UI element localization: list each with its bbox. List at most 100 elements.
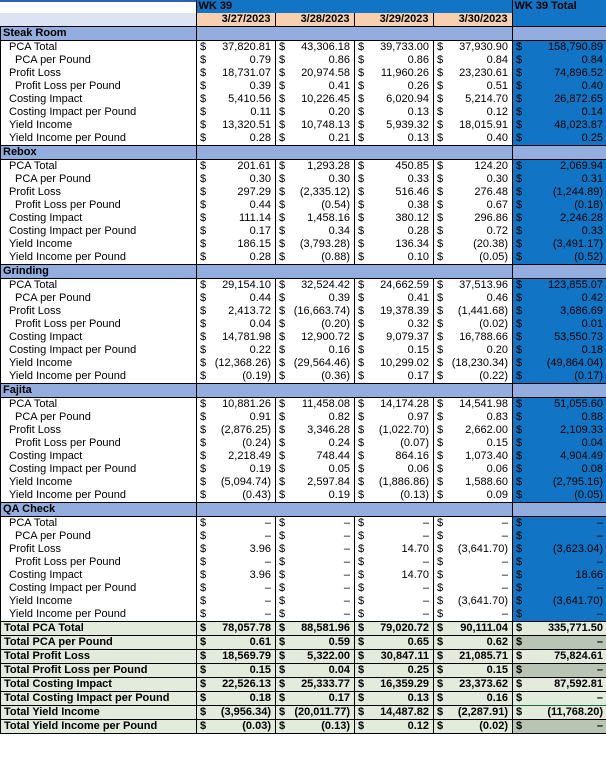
data-cell[interactable]: $ – [196,582,276,595]
total-data-cell[interactable]: $0.65 [354,635,434,650]
data-cell[interactable]: $ – [196,556,276,569]
data-cell[interactable]: $0.13 [354,132,434,146]
data-cell[interactable]: $0.06 [354,463,434,476]
metric-label[interactable]: Profit Loss [0,67,197,80]
total-label[interactable]: Total Costing Impact per Pound [0,691,197,706]
total-grand-cell[interactable]: $75,824.61 [512,649,606,664]
metric-label[interactable]: Profit Loss per Pound [0,80,197,93]
total-data-cell[interactable]: $0.12 [354,719,434,734]
week-total-cell[interactable]: $ (0.52) [512,251,606,265]
total-column-header-spacer[interactable] [511,13,606,26]
week-total-cell[interactable]: $0.84 [512,54,606,67]
data-cell[interactable]: $24,662.59 [354,278,434,292]
total-data-cell[interactable]: $ (20,011.77) [275,705,355,720]
data-cell[interactable]: $ (2,876.25) [196,424,276,437]
week-total-cell[interactable]: $51,055.60 [512,397,606,411]
data-cell[interactable]: $6,020.94 [354,93,434,106]
data-cell[interactable]: $ (0.05) [433,251,513,265]
data-cell[interactable]: $11,960.26 [354,67,434,80]
data-cell[interactable]: $0.41 [354,292,434,305]
data-cell[interactable]: $0.39 [275,292,355,305]
metric-label[interactable]: Costing Impact per Pound [0,106,197,119]
total-data-cell[interactable]: $0.59 [275,635,355,650]
metric-label[interactable]: PCA per Pound [0,292,197,305]
data-cell[interactable]: $ – [433,556,513,569]
total-data-cell[interactable]: $22,526.13 [196,677,276,692]
data-cell[interactable]: $0.33 [354,173,434,186]
data-cell[interactable]: $ – [275,530,355,543]
data-cell[interactable]: $ (1,886.86) [354,476,434,489]
total-grand-cell[interactable]: $ – [512,719,606,734]
metric-label[interactable]: Costing Impact [0,93,197,106]
data-cell[interactable]: $0.15 [354,344,434,357]
week-total-cell[interactable]: $ (2,795.16) [512,476,606,489]
data-cell[interactable]: $14,174.28 [354,397,434,411]
data-cell[interactable]: $0.26 [354,80,434,93]
data-cell[interactable]: $ – [354,608,434,621]
data-cell[interactable]: $186.15 [196,238,276,251]
data-cell[interactable]: $516.46 [354,186,434,199]
data-cell[interactable]: $14.70 [354,543,434,556]
data-cell[interactable]: $3.96 [196,543,276,556]
data-cell[interactable]: $0.67 [433,199,513,212]
total-data-cell[interactable]: $0.15 [433,663,513,678]
data-cell[interactable]: $0.51 [433,80,513,93]
data-cell[interactable]: $19,378.39 [354,305,434,318]
week-header-label[interactable]: WK 39 [195,0,513,13]
data-cell[interactable]: $ (0.54) [275,199,355,212]
metric-label[interactable]: Costing Impact [0,450,197,463]
data-cell[interactable]: $ (0.36) [275,370,355,384]
week-total-cell[interactable]: $ (0.17) [512,370,606,384]
data-cell[interactable]: $5,939.32 [354,119,434,132]
week-total-cell[interactable]: $ – [512,608,606,621]
week-total-cell[interactable]: $ – [512,582,606,595]
week-total-cell[interactable]: $0.40 [512,80,606,93]
data-cell[interactable]: $ – [196,516,276,530]
data-cell[interactable]: $ (0.13) [354,489,434,503]
data-cell[interactable]: $0.79 [196,54,276,67]
data-cell[interactable]: $0.84 [433,54,513,67]
corner-cell[interactable] [0,0,196,13]
data-cell[interactable]: $0.44 [196,292,276,305]
week-total-cell[interactable]: $26,872.65 [512,93,606,106]
data-cell[interactable]: $0.30 [196,173,276,186]
data-cell[interactable]: $0.17 [196,225,276,238]
data-cell[interactable]: $0.41 [275,80,355,93]
data-cell[interactable]: $ – [433,516,513,530]
data-cell[interactable]: $0.22 [196,344,276,357]
data-cell[interactable]: $ (3,641.70) [433,595,513,608]
data-cell[interactable]: $1,458.16 [275,212,355,225]
metric-label[interactable]: Profit Loss [0,543,197,556]
week-total-cell[interactable]: $123,855.07 [512,278,606,292]
data-cell[interactable]: $0.05 [275,463,355,476]
data-cell[interactable]: $10,226.45 [275,93,355,106]
data-cell[interactable]: $0.13 [354,106,434,119]
data-cell[interactable]: $ (0.24) [196,437,276,450]
total-data-cell[interactable]: $78,057.78 [196,621,276,636]
total-label[interactable]: Total PCA Total [0,621,197,636]
metric-label[interactable]: Yield Income [0,119,197,132]
data-cell[interactable]: $0.82 [275,411,355,424]
metric-label[interactable]: PCA per Pound [0,173,197,186]
data-cell[interactable]: $ (0.02) [433,318,513,331]
data-cell[interactable]: $ (0.43) [196,489,276,503]
week-total-cell[interactable]: $2,246.28 [512,212,606,225]
total-data-cell[interactable]: $0.16 [433,691,513,706]
data-cell[interactable]: $296.86 [433,212,513,225]
total-label[interactable]: Total Costing Impact [0,677,197,692]
metric-label[interactable]: Costing Impact per Pound [0,582,197,595]
metric-label[interactable]: PCA Total [0,397,197,411]
data-cell[interactable]: $0.40 [433,132,513,146]
week-total-cell[interactable]: $3,686.69 [512,305,606,318]
data-cell[interactable]: $ – [433,582,513,595]
metric-label[interactable]: Costing Impact per Pound [0,463,197,476]
data-cell[interactable]: $748.44 [275,450,355,463]
week-total-cell[interactable]: $ (3,641.70) [512,595,606,608]
total-data-cell[interactable]: $21,085.71 [433,649,513,664]
data-cell[interactable]: $ (1,022.70) [354,424,434,437]
metric-label[interactable]: Costing Impact [0,212,197,225]
data-cell[interactable]: $43,306.18 [275,40,355,54]
week-total-cell[interactable]: $0.31 [512,173,606,186]
metric-label[interactable]: Profit Loss per Pound [0,437,197,450]
data-cell[interactable]: $ – [196,608,276,621]
